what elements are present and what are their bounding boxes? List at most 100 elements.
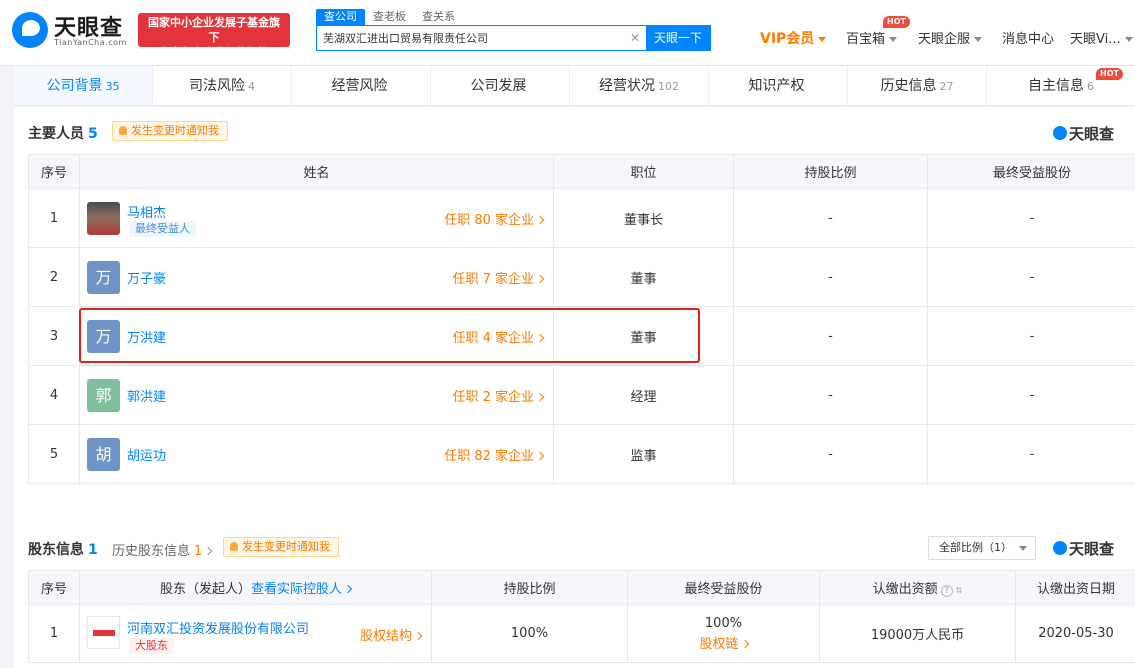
job-count-link[interactable]: 任职 4 家企业: [452, 327, 545, 346]
search-input[interactable]: [317, 26, 624, 50]
bell-icon: [230, 542, 238, 551]
capital-header-text: 认缴出资额: [872, 582, 938, 597]
ratio-filter-select[interactable]: 全部比例（1）: [928, 536, 1036, 560]
search-type-tabs: 查公司 查老板 查关系: [316, 9, 463, 25]
message-center-link[interactable]: 消息中心: [1002, 28, 1054, 47]
chevron-right-icon: [413, 631, 423, 641]
company-logo[interactable]: [87, 616, 120, 649]
tab-company-background[interactable]: 公司背景 35: [14, 66, 153, 105]
tab-intellectual-property[interactable]: 知识产权: [709, 66, 848, 105]
person-name-link[interactable]: 胡运功: [127, 445, 166, 464]
person-name-link[interactable]: 万洪建: [127, 327, 166, 346]
search-tab-company[interactable]: 查公司: [316, 9, 365, 25]
holder-name-link[interactable]: 河南双汇投资发展股份有限公司: [127, 618, 309, 637]
qifu-menu[interactable]: 天眼企服: [918, 28, 983, 47]
col-header-ratio: 持股比例: [733, 154, 928, 189]
tab-label: 经营状况: [599, 78, 655, 94]
tab-business-status[interactable]: 经营状况 102: [570, 66, 709, 105]
tab-self-info[interactable]: 自主信息 6 HOT: [987, 66, 1135, 105]
search-tab-relation[interactable]: 查关系: [414, 9, 463, 25]
tianyancha-brand: 天眼查: [1053, 538, 1114, 559]
shareholders-title-text: 股东信息: [28, 542, 84, 558]
avatar[interactable]: 胡: [87, 438, 120, 471]
equity-structure-text: 股权结构: [359, 629, 412, 644]
official-banner[interactable]: 国家中小企业发展子基金旗下 官方备案企业征信机构: [138, 13, 290, 59]
baibao-label: 百宝箱: [846, 32, 886, 47]
equity-structure-link[interactable]: 股权结构: [359, 625, 423, 644]
actual-controller-link[interactable]: 查看实际控股人: [251, 582, 353, 597]
tianyancha-logo[interactable]: 天眼查 TianYanCha.com: [12, 10, 132, 50]
vip-menu[interactable]: VIP会员: [760, 28, 827, 48]
table-row: 5 胡 胡运功 任职 82 家企业 监事 - -: [28, 424, 1135, 484]
search-tab-boss[interactable]: 查老板: [365, 9, 414, 25]
user-menu[interactable]: 天眼Vi...: [1070, 28, 1133, 47]
person-cell: 马相杰 最终受益人 任职 80 家企业: [79, 188, 554, 248]
help-icon[interactable]: ?: [940, 585, 953, 597]
equity-chain-link[interactable]: 股权链: [628, 633, 819, 652]
row-number: 1: [28, 188, 80, 248]
col-header-capital[interactable]: 认缴出资额? ⇅: [819, 570, 1016, 605]
equity-chain-text: 股权链: [699, 636, 739, 652]
logo-subtext: TianYanCha.com: [54, 38, 127, 47]
job-count-text: 任职 82 家企业: [444, 449, 534, 464]
search-button[interactable]: 天眼一下: [646, 26, 710, 50]
ratio-cell: -: [733, 188, 928, 248]
job-count-link[interactable]: 任职 2 家企业: [452, 386, 545, 405]
row-number: 4: [28, 365, 80, 425]
avatar[interactable]: [87, 202, 120, 235]
major-shareholder-tag: 大股东: [129, 638, 174, 654]
ratio-cell: 100%: [431, 604, 628, 663]
history-label: 历史股东信息: [112, 544, 191, 559]
tab-label: 自主信息: [1028, 78, 1084, 94]
chevron-right-icon: [740, 639, 749, 648]
job-count-link[interactable]: 任职 82 家企业: [444, 445, 545, 464]
chevron-down-icon: [974, 37, 983, 42]
chevron-right-icon: [343, 584, 353, 594]
position-cell: 董事: [553, 247, 734, 307]
tab-label: 公司背景: [46, 78, 103, 94]
actual-controller-text: 查看实际控股人: [251, 582, 343, 597]
tab-count: 102: [658, 80, 679, 93]
chevron-right-icon: [535, 392, 545, 402]
chevron-right-icon: [535, 215, 545, 225]
tab-company-development[interactable]: 公司发展: [431, 66, 570, 105]
clear-icon[interactable]: ✕: [624, 26, 646, 50]
tab-label: 经营风险: [331, 78, 388, 94]
person-name-link[interactable]: 郭洪建: [127, 386, 166, 405]
job-count-text: 任职 7 家企业: [452, 272, 534, 287]
shareholders-notify-button[interactable]: 发生变更时通知我: [223, 537, 339, 557]
tab-legal-risk[interactable]: 司法风险 4: [153, 66, 292, 105]
tab-count: 6: [1087, 80, 1094, 93]
job-count-link[interactable]: 任职 7 家企业: [452, 268, 545, 287]
col-header-ratio: 持股比例: [431, 570, 628, 605]
ratio-cell: -: [733, 424, 928, 484]
eye-logo-icon: [1053, 541, 1067, 555]
shareholders-table: 序号 股东（发起人）查看实际控股人 持股比例 最终受益股份 认缴出资额? ⇅ 认缴…: [28, 570, 1135, 663]
person-name-link[interactable]: 马相杰: [127, 202, 166, 221]
history-shareholders-link[interactable]: 历史股东信息 1: [112, 540, 213, 559]
avatar[interactable]: 万: [87, 320, 120, 353]
brand-text: 天眼查: [1069, 540, 1115, 558]
company-section-tabs: 公司背景 35 司法风险 4 经营风险 公司发展 经营状况 102 知识产权 历史信息…: [14, 66, 1135, 106]
baibao-menu[interactable]: 百宝箱: [846, 28, 898, 47]
avatar[interactable]: 郭: [87, 379, 120, 412]
history-count: 1: [194, 544, 203, 559]
tab-label: 知识产权: [748, 78, 805, 94]
tab-history[interactable]: 历史信息 27: [848, 66, 987, 105]
benefit-cell: 100% 股权链: [627, 604, 820, 663]
chevron-right-icon: [535, 451, 545, 461]
tab-business-risk[interactable]: 经营风险: [292, 66, 431, 105]
tab-label: 历史信息: [880, 78, 937, 94]
avatar[interactable]: 万: [87, 261, 120, 294]
search-box: ✕ 天眼一下: [316, 25, 711, 51]
personnel-notify-button[interactable]: 发生变更时通知我: [112, 121, 228, 141]
bell-icon: [119, 126, 127, 135]
holder-header-text: 股东（发起人）: [159, 582, 251, 597]
person-name-link[interactable]: 万子豪: [127, 268, 166, 287]
hot-badge: HOT: [1096, 68, 1123, 80]
job-count-link[interactable]: 任职 80 家企业: [444, 209, 545, 228]
sort-icon[interactable]: ⇅: [956, 586, 963, 595]
chevron-down-icon: [889, 37, 898, 42]
ratio-cell: -: [733, 365, 928, 425]
chevron-down-icon: [818, 37, 827, 42]
